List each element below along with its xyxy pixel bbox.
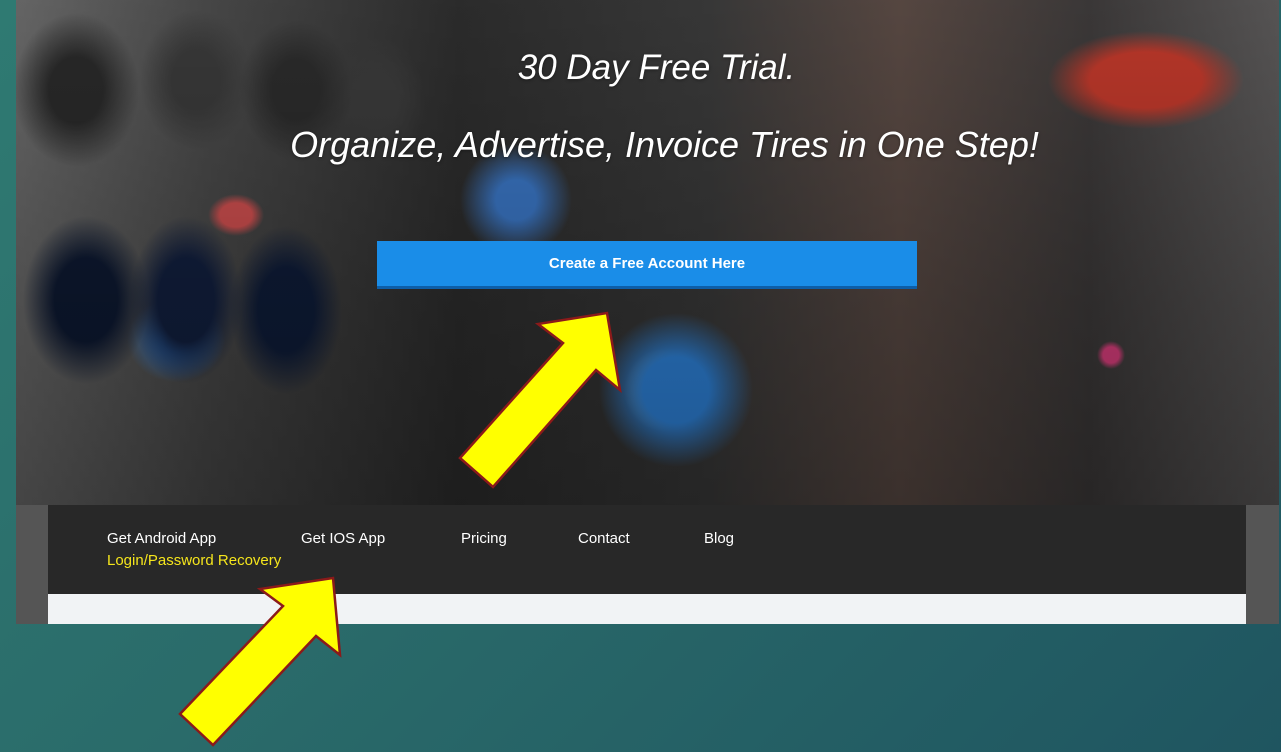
nav-link-contact[interactable]: Contact (578, 530, 630, 547)
trial-headline: 30 Day Free Trial. (517, 48, 796, 87)
page-content-area (48, 594, 1246, 624)
footer-navbar: Get Android App Get IOS App Pricing Cont… (48, 505, 1246, 594)
hero-section: 30 Day Free Trial. Organize, Advertise, … (16, 0, 1279, 505)
create-account-button[interactable]: Create a Free Account Here (377, 241, 917, 289)
nav-link-blog[interactable]: Blog (704, 530, 734, 547)
nav-link-pricing[interactable]: Pricing (461, 530, 507, 547)
login-recovery-link[interactable]: Login/Password Recovery (107, 552, 281, 569)
nav-link-ios-app[interactable]: Get IOS App (301, 530, 385, 547)
nav-link-android-app[interactable]: Get Android App (107, 530, 216, 547)
tagline-headline: Organize, Advertise, Invoice Tires in On… (290, 124, 1039, 165)
